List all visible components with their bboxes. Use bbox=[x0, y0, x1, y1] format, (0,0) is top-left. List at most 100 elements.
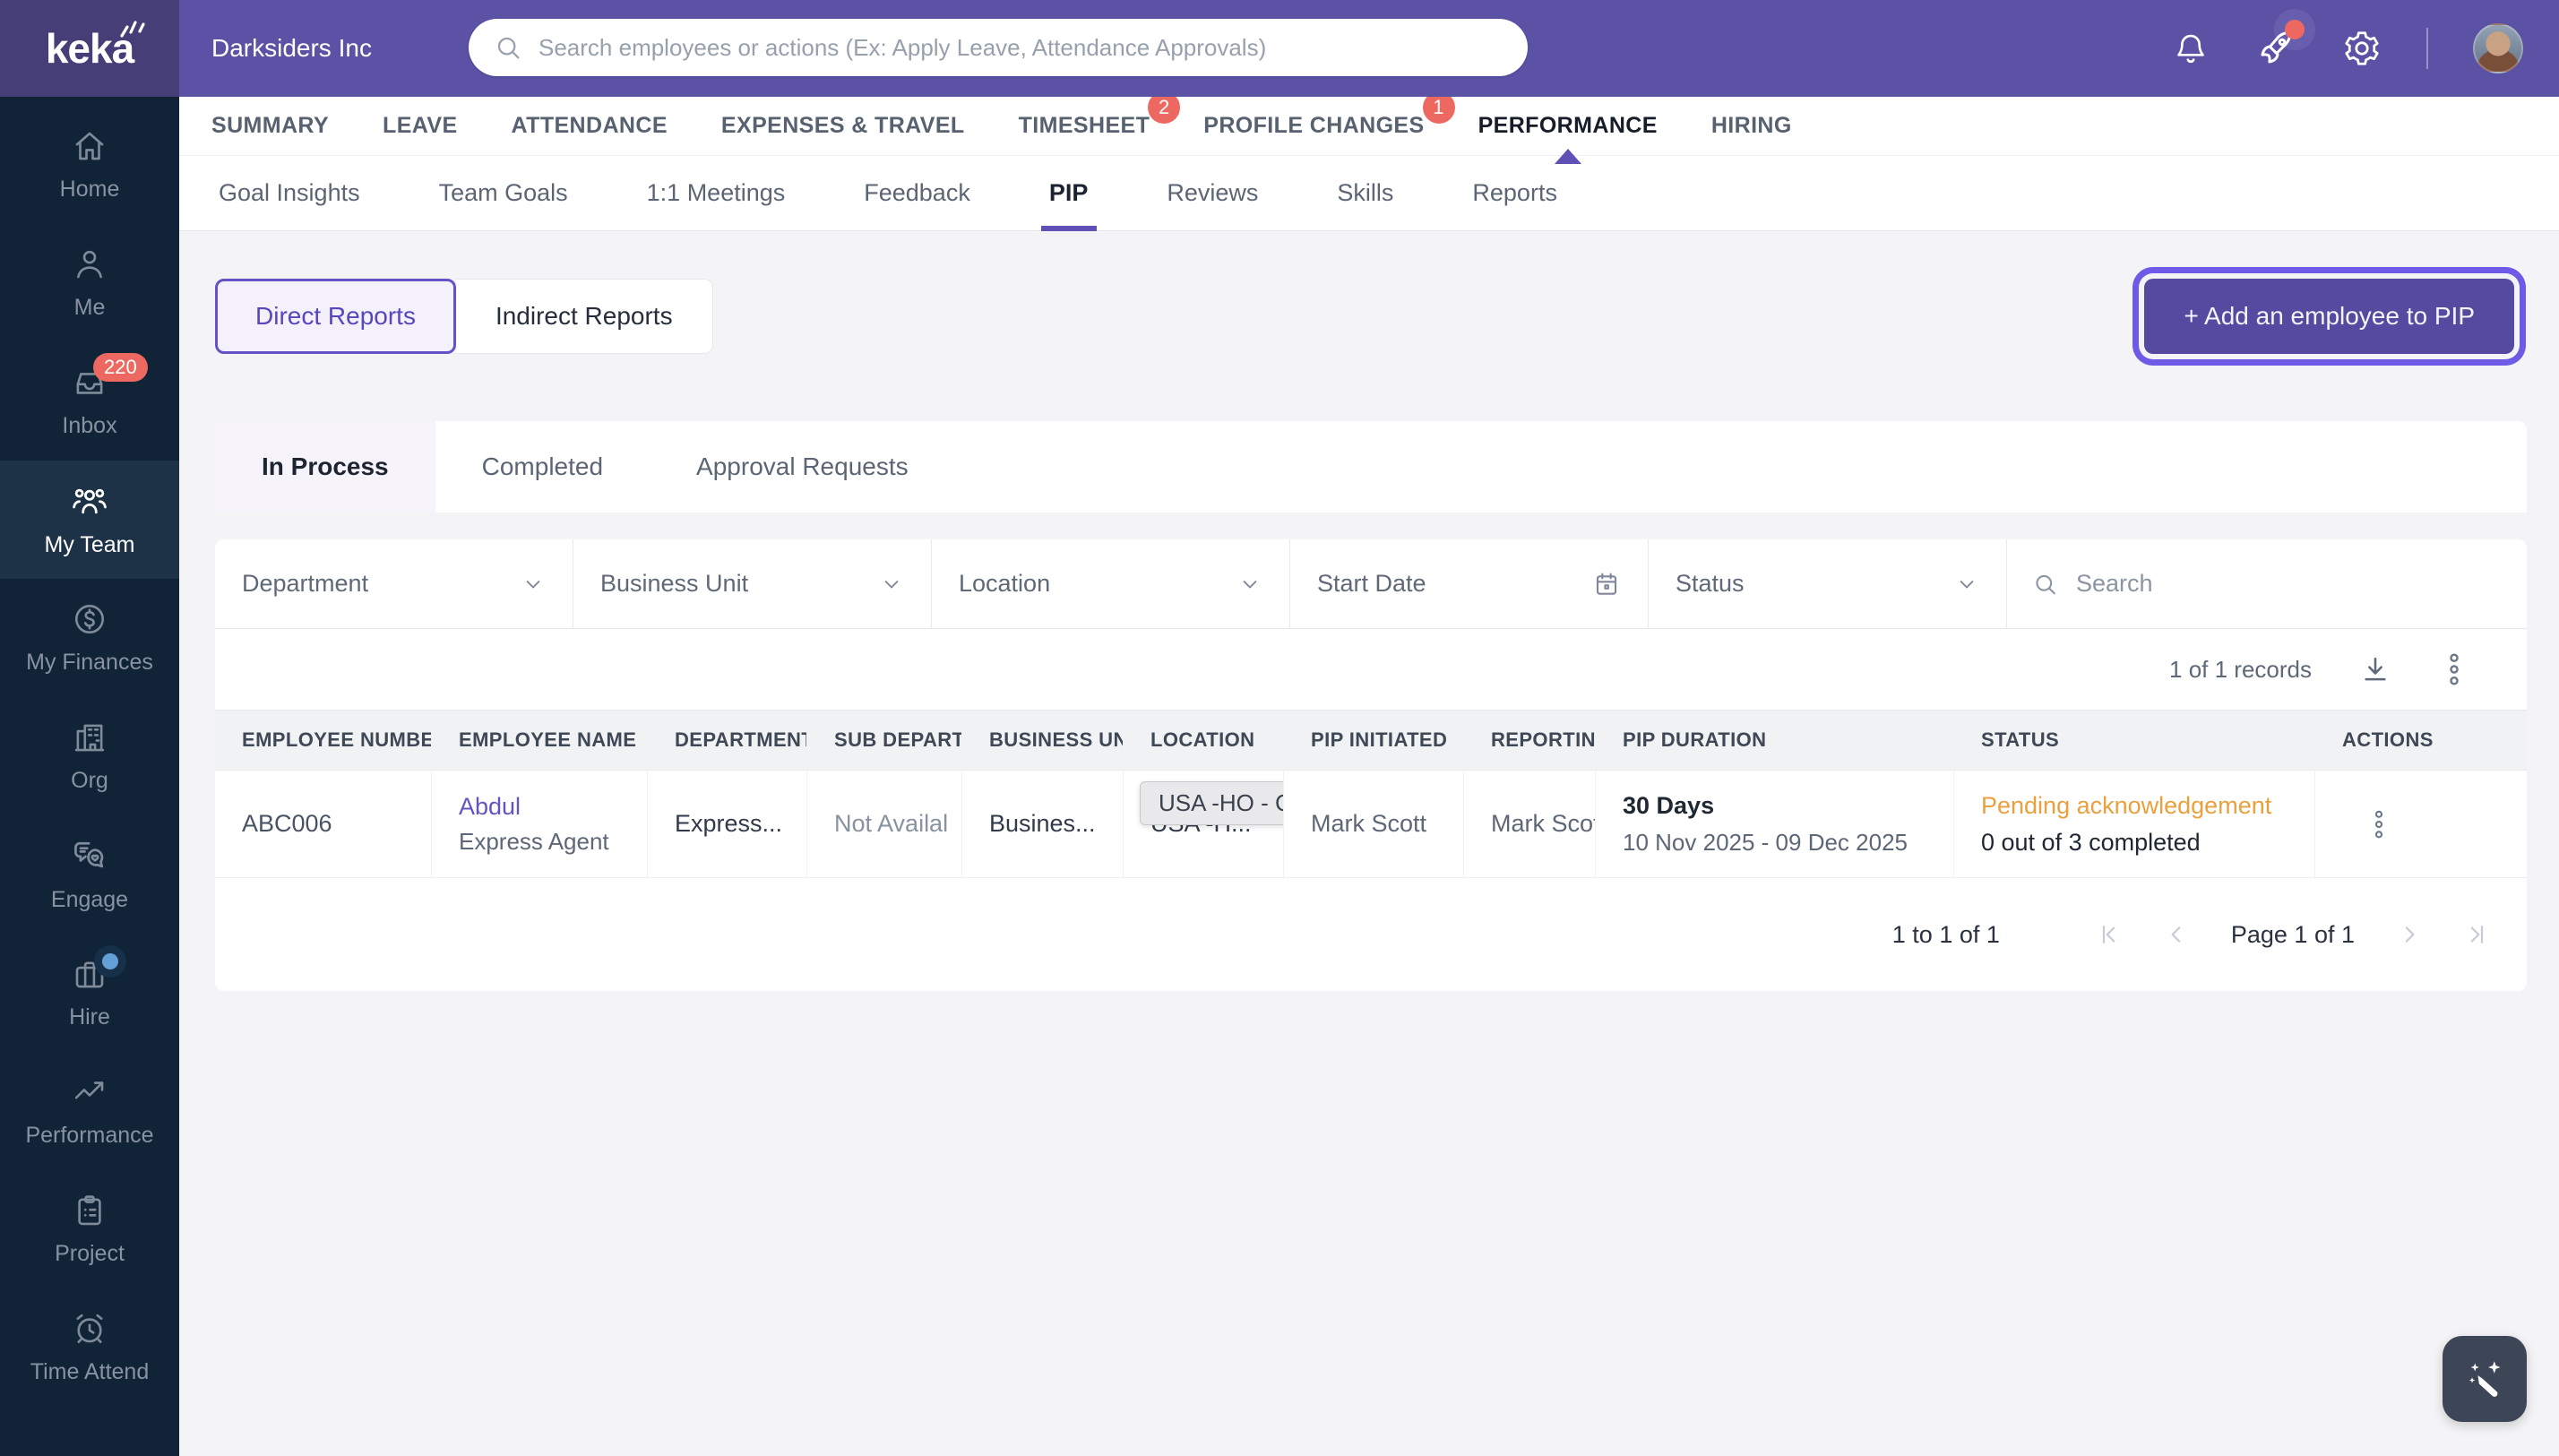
employee-name-link[interactable]: Abdul bbox=[459, 793, 638, 821]
previous-page-button[interactable] bbox=[2163, 921, 2190, 948]
main-area: SUMMARY LEAVE ATTENDANCE EXPENSES & TRAV… bbox=[179, 97, 2559, 1456]
chevron-down-icon bbox=[879, 572, 904, 597]
sidebar-item-performance[interactable]: Performance bbox=[0, 1052, 179, 1170]
sidebar-item-engage[interactable]: Engage bbox=[0, 815, 179, 934]
sidebar-item-my-finances[interactable]: My Finances bbox=[0, 579, 179, 697]
sidebar-item-me[interactable]: Me bbox=[0, 224, 179, 342]
indirect-reports-toggle[interactable]: Indirect Reports bbox=[456, 279, 713, 354]
sidebar-item-label: Me bbox=[74, 295, 106, 321]
building-icon bbox=[71, 719, 108, 756]
tab-hiring[interactable]: HIRING bbox=[1711, 113, 1792, 139]
last-page-button[interactable] bbox=[2464, 921, 2491, 948]
tab-summary[interactable]: SUMMARY bbox=[211, 113, 329, 139]
pagination-page: Page 1 of 1 bbox=[2231, 921, 2355, 949]
cell-sub-department: Not Availal bbox=[807, 771, 962, 877]
subtab-reviews[interactable]: Reviews bbox=[1167, 156, 1258, 231]
column-header-sub-department: SUB DEPARTM bbox=[807, 711, 962, 770]
tab-attendance[interactable]: ATTENDANCE bbox=[512, 113, 668, 139]
ai-assistant-fab[interactable] bbox=[2443, 1336, 2527, 1422]
tab-performance[interactable]: PERFORMANCE bbox=[1478, 113, 1658, 139]
gear-icon bbox=[2342, 29, 2382, 68]
sidebar-item-label: My Team bbox=[45, 532, 135, 558]
status-filter[interactable]: Status bbox=[1649, 539, 2007, 628]
table-header-row: EMPLOYEE NUMBER EMPLOYEE NAME DEPARTMENT… bbox=[215, 710, 2527, 771]
chevron-left-icon bbox=[2163, 921, 2190, 948]
download-button[interactable] bbox=[2358, 652, 2392, 686]
row-actions-button[interactable] bbox=[2365, 806, 2518, 843]
tab-in-process[interactable]: In Process bbox=[215, 421, 435, 513]
sidebar-item-label: Hire bbox=[69, 1004, 110, 1030]
pip-dates-value: 10 Nov 2025 - 09 Dec 2025 bbox=[1623, 829, 1944, 857]
status-filter-label: Status bbox=[1676, 570, 1745, 598]
user-avatar[interactable] bbox=[2473, 23, 2523, 73]
column-header-reporting-manager: REPORTING M. bbox=[1464, 711, 1596, 770]
last-page-icon bbox=[2464, 921, 2491, 948]
sidebar-item-org[interactable]: Org bbox=[0, 697, 179, 815]
records-toolbar: 1 of 1 records bbox=[215, 629, 2527, 710]
column-header-pip-initiated: PIP INITIATED bbox=[1284, 711, 1464, 770]
first-page-button[interactable] bbox=[2095, 921, 2122, 948]
notifications-button[interactable] bbox=[2172, 30, 2210, 67]
column-header-department: DEPARTMENT bbox=[648, 711, 807, 770]
cell-employee-number: ABC006 bbox=[215, 771, 432, 877]
tab-approval-requests[interactable]: Approval Requests bbox=[650, 421, 955, 513]
tab-timesheet[interactable]: TIMESHEET2 bbox=[1019, 113, 1150, 139]
tab-profile-changes[interactable]: PROFILE CHANGES1 bbox=[1203, 113, 1424, 139]
sidebar-item-hire[interactable]: Hire bbox=[0, 934, 179, 1052]
cell-employee-name: Abdul Express Agent bbox=[432, 771, 648, 877]
start-date-filter-label: Start Date bbox=[1317, 570, 1426, 598]
add-employee-to-pip-button[interactable]: + Add an employee to PIP bbox=[2144, 279, 2514, 354]
business-unit-filter[interactable]: Business Unit bbox=[573, 539, 932, 628]
direct-reports-toggle[interactable]: Direct Reports bbox=[215, 279, 456, 354]
kebab-menu-icon bbox=[2439, 650, 2469, 689]
sidebar-nav: Home Me 220 Inbox My Team My Finances Or… bbox=[0, 97, 179, 1456]
employee-role: Express Agent bbox=[459, 828, 638, 856]
chevron-down-icon bbox=[1954, 572, 1979, 597]
subtab-pip[interactable]: PIP bbox=[1049, 156, 1089, 231]
sidebar-item-time-attend[interactable]: Time Attend bbox=[0, 1288, 179, 1407]
keka-logo[interactable]: keka bbox=[0, 0, 179, 97]
sidebar-item-label: My Finances bbox=[26, 650, 153, 676]
home-icon bbox=[71, 127, 108, 165]
tab-expenses-travel[interactable]: EXPENSES & TRAVEL bbox=[721, 113, 965, 139]
subtab-1-1-meetings[interactable]: 1:1 Meetings bbox=[647, 156, 786, 231]
table-options-button[interactable] bbox=[2439, 650, 2469, 689]
toolbar-row: Direct Reports Indirect Reports + Add an… bbox=[215, 269, 2527, 364]
subtab-skills[interactable]: Skills bbox=[1337, 156, 1393, 231]
global-search-input[interactable] bbox=[539, 34, 1503, 62]
first-page-icon bbox=[2095, 921, 2122, 948]
subtab-team-goals[interactable]: Team Goals bbox=[439, 156, 568, 231]
department-filter-label: Department bbox=[242, 570, 368, 598]
table-search-input[interactable] bbox=[2076, 570, 2502, 598]
sidebar-item-label: Engage bbox=[51, 887, 128, 913]
active-subtab-underline bbox=[1041, 226, 1097, 231]
cell-pip-initiated-by: Mark Scott bbox=[1284, 771, 1464, 877]
subtab-goal-insights[interactable]: Goal Insights bbox=[219, 156, 360, 231]
sidebar-item-label: Performance bbox=[25, 1123, 153, 1149]
chat-icon bbox=[70, 836, 109, 875]
alarm-icon bbox=[71, 1310, 108, 1348]
sidebar-item-project[interactable]: Project bbox=[0, 1170, 179, 1288]
pip-status-tabs: In Process Completed Approval Requests bbox=[215, 421, 2527, 513]
tab-completed[interactable]: Completed bbox=[435, 421, 650, 513]
rocket-badge-dot bbox=[2285, 20, 2305, 39]
logo-spark-icon bbox=[118, 16, 149, 43]
start-date-filter[interactable]: Start Date bbox=[1290, 539, 1649, 628]
sidebar-item-my-team[interactable]: My Team bbox=[0, 461, 179, 579]
sidebar-item-label: Project bbox=[55, 1241, 125, 1267]
location-filter[interactable]: Location bbox=[932, 539, 1290, 628]
settings-button[interactable] bbox=[2342, 29, 2382, 68]
subtab-reports[interactable]: Reports bbox=[1472, 156, 1557, 231]
top-bar: keka Darksiders Inc bbox=[0, 0, 2559, 97]
subtab-feedback[interactable]: Feedback bbox=[864, 156, 970, 231]
pip-content: Direct Reports Indirect Reports + Add an… bbox=[179, 269, 2559, 991]
sidebar-item-inbox[interactable]: 220 Inbox bbox=[0, 342, 179, 461]
pip-initiated-by-value: Mark Scott bbox=[1311, 810, 1454, 838]
records-count: 1 of 1 records bbox=[2169, 656, 2312, 684]
department-filter[interactable]: Department bbox=[215, 539, 573, 628]
subtab-pip-label: PIP bbox=[1049, 179, 1089, 207]
whats-new-button[interactable] bbox=[2254, 27, 2297, 70]
next-page-button[interactable] bbox=[2396, 921, 2423, 948]
tab-leave[interactable]: LEAVE bbox=[383, 113, 458, 139]
sidebar-item-home[interactable]: Home bbox=[0, 106, 179, 224]
